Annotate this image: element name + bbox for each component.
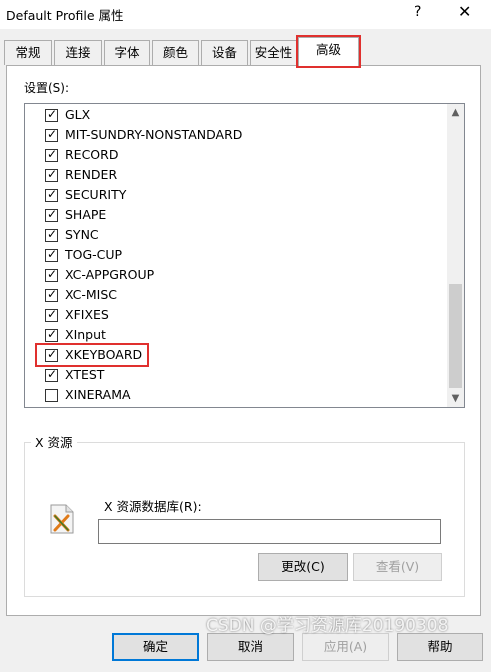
- checkbox-unchecked[interactable]: [45, 389, 58, 402]
- list-item-label: XFIXES: [65, 307, 109, 322]
- check-icon: ✓: [47, 167, 58, 181]
- checkbox[interactable]: ✓: [45, 367, 58, 382]
- close-icon[interactable]: ✕: [458, 2, 471, 21]
- check-icon: ✓: [47, 267, 58, 281]
- check-icon: ✓: [47, 207, 58, 221]
- list-item-label: XKEYBOARD: [65, 347, 143, 362]
- checkbox[interactable]: ✓: [45, 307, 58, 322]
- check-icon: ✓: [47, 107, 58, 121]
- tab-connection[interactable]: 连接: [54, 40, 102, 65]
- checkbox[interactable]: ✓: [45, 267, 58, 282]
- tab-general[interactable]: 常规: [4, 40, 52, 65]
- check-icon: ✓: [47, 347, 58, 361]
- change-button[interactable]: 更改(C): [258, 553, 348, 581]
- title-bar: Default Profile 属性 ? ✕: [0, 0, 491, 29]
- tab-strip: 常规 连接 字体 颜色 设备 安全性 高级: [4, 35, 484, 68]
- checkbox[interactable]: ✓: [45, 227, 58, 242]
- dialog-body: 常规 连接 字体 颜色 设备 安全性 高级 设置(S): ✓ GLX ✓ MIT…: [0, 29, 491, 672]
- apply-button[interactable]: 应用(A): [302, 633, 389, 661]
- list-item-label: XINERAMA: [65, 387, 131, 402]
- check-icon: ✓: [47, 227, 58, 241]
- cancel-button[interactable]: 取消: [207, 633, 294, 661]
- check-icon: ✓: [47, 307, 58, 321]
- list-item-label: RECORD: [65, 147, 119, 162]
- tab-security[interactable]: 安全性: [250, 40, 297, 65]
- checkbox[interactable]: ✓: [45, 127, 58, 142]
- checkbox[interactable]: ✓: [45, 347, 58, 362]
- scroll-thumb[interactable]: [449, 284, 462, 388]
- list-item-label: MIT-SUNDRY-NONSTANDARD: [65, 127, 243, 142]
- list-item-label: XTEST: [65, 367, 105, 382]
- tab-advanced[interactable]: 高级: [296, 35, 361, 68]
- advanced-panel: 设置(S): ✓ GLX ✓ MIT-SUNDRY-NONSTANDARD ✓ …: [6, 65, 481, 616]
- xresources-db-input[interactable]: [98, 519, 441, 544]
- checkbox[interactable]: ✓: [45, 207, 58, 222]
- xresources-group-title: X 资源: [31, 432, 77, 451]
- tab-device[interactable]: 设备: [201, 40, 248, 65]
- window-title: Default Profile 属性: [6, 8, 124, 23]
- ok-button[interactable]: 确定: [112, 633, 199, 661]
- tab-color[interactable]: 颜色: [152, 40, 199, 65]
- list-item-label: XC-APPGROUP: [65, 267, 155, 282]
- settings-label: 设置(S):: [24, 81, 70, 95]
- list-item-label: XInput: [65, 327, 106, 342]
- list-item-label: RENDER: [65, 167, 118, 182]
- list-item-label: XC-MISC: [65, 287, 118, 302]
- help-icon[interactable]: ?: [414, 4, 421, 20]
- checkbox[interactable]: ✓: [45, 327, 58, 342]
- xresources-db-label: X 资源数据库(R):: [104, 499, 202, 514]
- view-button[interactable]: 查看(V): [353, 553, 442, 581]
- watermark: CSDN @学习资源库20190308: [206, 616, 449, 636]
- list-item-label: SECURITY: [65, 187, 127, 202]
- tab-font[interactable]: 字体: [104, 40, 150, 65]
- check-icon: ✓: [47, 147, 58, 161]
- check-icon: ✓: [47, 327, 58, 341]
- list-item-label: SYNC: [65, 227, 99, 242]
- list-item-label: GLX: [65, 107, 91, 122]
- check-icon: ✓: [47, 127, 58, 141]
- check-icon: ✓: [47, 247, 58, 261]
- help-button[interactable]: 帮助: [397, 633, 483, 661]
- check-icon: ✓: [47, 287, 58, 301]
- list-item-highlighted[interactable]: ✓ XKEYBOARD: [35, 343, 149, 367]
- check-icon: ✓: [47, 187, 58, 201]
- list-item-label: SHAPE: [65, 207, 107, 222]
- checkbox[interactable]: ✓: [45, 287, 58, 302]
- checkbox[interactable]: ✓: [45, 187, 58, 202]
- scroll-up-icon[interactable]: ▲: [447, 104, 464, 121]
- check-icon: ✓: [47, 367, 58, 381]
- checkbox[interactable]: ✓: [45, 247, 58, 262]
- checkbox[interactable]: ✓: [45, 147, 58, 162]
- vertical-scrollbar[interactable]: ▲ ▼: [447, 104, 464, 407]
- list-item-label: TOG-CUP: [65, 247, 123, 262]
- scroll-down-icon[interactable]: ▼: [447, 390, 464, 407]
- checkbox[interactable]: ✓: [45, 107, 58, 122]
- document-x-icon: [50, 504, 74, 534]
- settings-listbox[interactable]: ✓ GLX ✓ MIT-SUNDRY-NONSTANDARD ✓ RECORD …: [24, 103, 465, 408]
- checkbox[interactable]: ✓: [45, 167, 58, 182]
